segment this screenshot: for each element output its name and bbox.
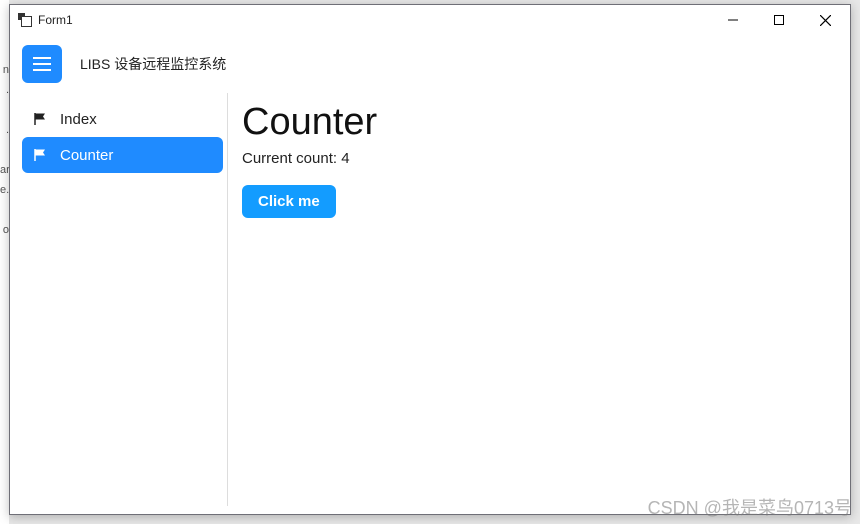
app-icon: [18, 13, 32, 27]
flag-icon: [34, 113, 50, 125]
sidebar-item-label: Index: [60, 111, 97, 128]
close-button[interactable]: [802, 5, 848, 35]
click-me-button[interactable]: Click me: [242, 185, 336, 218]
menu-toggle-button[interactable]: [22, 45, 62, 83]
app-header: LIBS 设备远程监控系统: [18, 43, 842, 85]
sidebar-item-label: Counter: [60, 147, 113, 164]
maximize-button[interactable]: [756, 5, 802, 35]
count-value: 4: [341, 150, 349, 167]
window-title: Form1: [38, 13, 73, 27]
titlebar[interactable]: Form1: [10, 5, 850, 35]
minimize-button[interactable]: [710, 5, 756, 35]
main-content: Counter Current count: 4 Click me: [228, 93, 842, 506]
sidebar: Index Counter: [18, 93, 228, 506]
app-title: LIBS 设备远程监控系统: [80, 54, 226, 74]
sidebar-item-counter[interactable]: Counter: [22, 137, 223, 173]
count-display: Current count: 4: [242, 150, 828, 167]
page-heading: Counter: [242, 101, 828, 144]
flag-icon: [34, 149, 50, 161]
app-window: Form1 LIBS 设备远程监控系统: [9, 4, 851, 515]
sidebar-item-index[interactable]: Index: [22, 101, 223, 137]
